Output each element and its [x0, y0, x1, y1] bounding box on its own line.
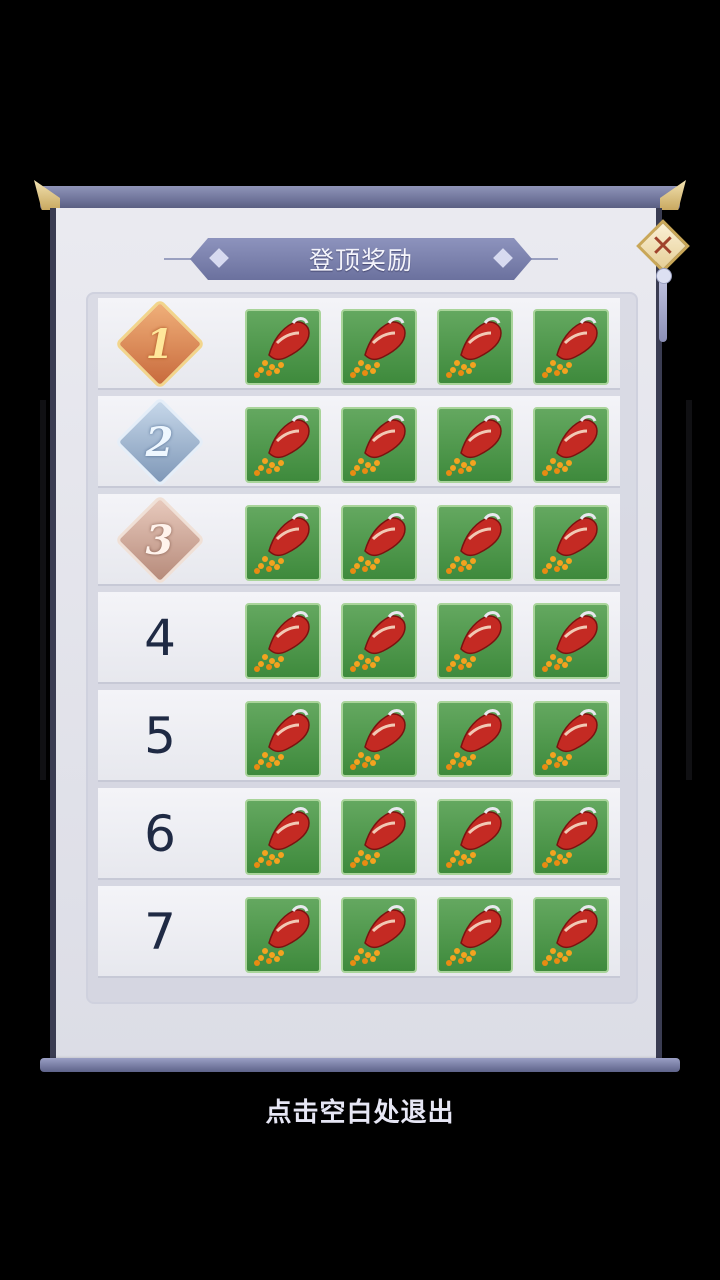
rank-medal-icon: 1 [114, 298, 206, 390]
rank-number: 5 [144, 707, 176, 765]
red-pouch-icon [542, 611, 598, 672]
reward-item-slot[interactable] [437, 407, 513, 483]
scroll-top-rod [40, 186, 680, 210]
reward-item-slot[interactable] [341, 407, 417, 483]
reward-item-slot[interactable] [533, 897, 609, 973]
red-pouch-icon [254, 317, 310, 378]
red-pouch-icon [350, 807, 406, 868]
red-pouch-icon [446, 513, 502, 574]
red-pouch-icon [254, 415, 310, 476]
rank-cell: 3 [108, 494, 212, 586]
rank-cell: 7 [108, 886, 212, 978]
red-pouch-icon [254, 709, 310, 770]
red-pouch-icon [542, 317, 598, 378]
red-pouch-icon [446, 807, 502, 868]
red-pouch-icon [542, 709, 598, 770]
rank-number: 1 [146, 320, 174, 368]
rank-number: 7 [144, 903, 176, 961]
reward-item-slot[interactable] [245, 897, 321, 973]
rank-medal-icon: 2 [114, 396, 206, 488]
red-pouch-icon [350, 709, 406, 770]
red-pouch-icon [350, 317, 406, 378]
red-pouch-icon [542, 905, 598, 966]
reward-item-slot[interactable] [533, 407, 609, 483]
diamond-ornament-icon [493, 248, 513, 268]
red-pouch-icon [446, 611, 502, 672]
red-pouch-icon [446, 905, 502, 966]
rank-cell: 4 [108, 592, 212, 684]
reward-item-slot[interactable] [533, 799, 609, 875]
rank-row: 7 [98, 886, 620, 978]
title-banner-wrap: 登顶奖励 [164, 238, 558, 280]
reward-item-slot[interactable] [437, 309, 513, 385]
reward-item-slot[interactable] [341, 309, 417, 385]
red-pouch-icon [350, 513, 406, 574]
reward-item-slot[interactable] [437, 603, 513, 679]
reward-item-slot[interactable] [341, 897, 417, 973]
reward-item-slot[interactable] [437, 701, 513, 777]
reward-item-slot[interactable] [245, 309, 321, 385]
reward-item-slot[interactable] [437, 505, 513, 581]
red-pouch-icon [542, 415, 598, 476]
reward-item-slot[interactable] [341, 505, 417, 581]
reward-item-slot[interactable] [533, 505, 609, 581]
exit-hint[interactable]: 点击空白处退出 [0, 1092, 720, 1129]
tassel-bead [656, 268, 672, 284]
rank-cell: 1 [108, 298, 212, 390]
rank-number: 2 [146, 418, 174, 466]
rank-cell: 5 [108, 690, 212, 782]
rank-number: 6 [144, 805, 176, 863]
red-pouch-icon [446, 415, 502, 476]
rank-number: 3 [146, 516, 174, 564]
red-pouch-icon [254, 807, 310, 868]
reward-item-slot[interactable] [245, 603, 321, 679]
rank-row: 1 [98, 298, 620, 390]
title-banner: 登顶奖励 [190, 238, 532, 280]
close-button[interactable]: ✕ [636, 219, 690, 273]
red-pouch-icon [254, 611, 310, 672]
reward-item-slot[interactable] [245, 799, 321, 875]
red-pouch-icon [542, 513, 598, 574]
reward-item-slot[interactable] [437, 799, 513, 875]
red-pouch-icon [254, 905, 310, 966]
red-pouch-icon [350, 415, 406, 476]
rank-row: 5 [98, 690, 620, 782]
red-pouch-icon [350, 611, 406, 672]
reward-item-slot[interactable] [245, 505, 321, 581]
red-pouch-icon [446, 317, 502, 378]
reward-item-slot[interactable] [341, 603, 417, 679]
red-pouch-icon [350, 905, 406, 966]
rank-row: 4 [98, 592, 620, 684]
rank-number: 4 [144, 609, 176, 667]
reward-item-slot[interactable] [341, 701, 417, 777]
reward-item-slot[interactable] [533, 701, 609, 777]
reward-item-slot[interactable] [437, 897, 513, 973]
scroll-bottom-rod [40, 1058, 680, 1072]
close-icon: ✕ [650, 229, 676, 263]
reward-item-slot[interactable] [341, 799, 417, 875]
page-title: 登顶奖励 [308, 247, 413, 275]
red-pouch-icon [542, 807, 598, 868]
red-pouch-icon [254, 513, 310, 574]
rank-cell: 2 [108, 396, 212, 488]
reward-item-slot[interactable] [533, 309, 609, 385]
red-pouch-icon [446, 709, 502, 770]
diamond-ornament-icon [209, 248, 229, 268]
rank-cell: 6 [108, 788, 212, 880]
rank-medal-icon: 3 [114, 494, 206, 586]
rank-row: 6 [98, 788, 620, 880]
reward-item-slot[interactable] [245, 701, 321, 777]
rank-row: 3 [98, 494, 620, 586]
reward-item-slot[interactable] [245, 407, 321, 483]
rank-row: 2 [98, 396, 620, 488]
reward-item-slot[interactable] [533, 603, 609, 679]
